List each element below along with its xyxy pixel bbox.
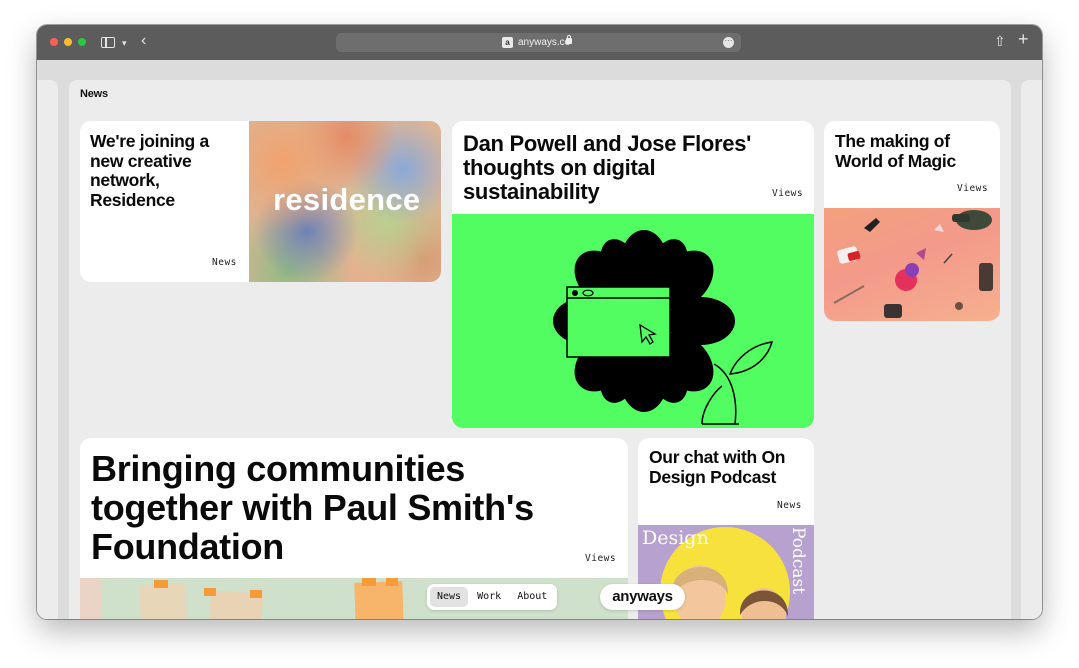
news-card-digital-sustainability[interactable]: Dan Powell and Jose Flores' thoughts on …: [452, 121, 814, 428]
zoom-window-button[interactable]: [78, 38, 86, 46]
previous-page-peek: [37, 80, 58, 619]
card-category: Views: [772, 188, 804, 199]
browser-window: ▾ ‹ a anyways.co ··· ⇧ + News We're join…: [37, 25, 1042, 619]
page-title: News: [80, 88, 108, 100]
nav-news[interactable]: News: [430, 587, 469, 607]
news-page: News We're joining a new creative networ…: [69, 80, 1011, 619]
close-window-button[interactable]: [50, 38, 58, 46]
new-tab-plus-icon[interactable]: +: [1018, 30, 1029, 48]
news-card-residence[interactable]: We're joining a new creative network, Re…: [80, 121, 441, 282]
address-bar[interactable]: a anyways.co ···: [336, 33, 741, 52]
share-icon[interactable]: ⇧: [994, 33, 1006, 49]
url-text[interactable]: anyways.co: [518, 36, 570, 49]
bottom-nav: News Work About: [427, 584, 558, 610]
world-of-magic-image: [824, 208, 1000, 321]
flower-icon: [553, 230, 774, 425]
card-title: We're joining a new creative network, Re…: [90, 131, 209, 210]
site-favicon-icon: a: [502, 37, 513, 48]
floating-objects-illustration: [833, 210, 993, 318]
minimize-window-button[interactable]: [64, 38, 72, 46]
card-title: Our chat with On Design Podcast: [649, 447, 786, 487]
web-content: News We're joining a new creative networ…: [37, 60, 1042, 619]
card-category: Views: [957, 183, 989, 194]
residence-wordmark: residence: [273, 182, 421, 217]
card-title: Dan Powell and Jose Flores' thoughts on …: [463, 131, 752, 204]
nav-work[interactable]: Work: [470, 587, 508, 607]
card-title: The making of World of Magic: [835, 131, 956, 171]
residence-image: residence: [249, 121, 441, 282]
nav-about[interactable]: About: [510, 587, 554, 607]
browser-toolbar: ▾ ‹ a anyways.co ··· ⇧ +: [37, 25, 1042, 60]
card-title: Bringing communities together with Paul …: [91, 448, 534, 567]
next-page-peek: [1021, 80, 1042, 619]
brand-logo[interactable]: anyways: [600, 584, 685, 610]
back-arrow-icon[interactable]: ‹: [141, 33, 146, 49]
card-category: News: [212, 257, 237, 268]
sidebar-toggle-icon[interactable]: [101, 37, 115, 48]
podcast-design-label: Design: [642, 527, 709, 549]
flower-browser-illustration: [452, 214, 814, 428]
card-category: Views: [585, 553, 617, 564]
more-options-icon[interactable]: ···: [723, 37, 734, 48]
lock-icon: [566, 35, 572, 44]
podcast-podcast-label: Podcast: [788, 527, 808, 595]
news-card-world-of-magic[interactable]: The making of World of Magic Views: [824, 121, 1000, 321]
card-category: News: [777, 500, 802, 511]
chevron-down-icon[interactable]: ▾: [122, 35, 127, 51]
